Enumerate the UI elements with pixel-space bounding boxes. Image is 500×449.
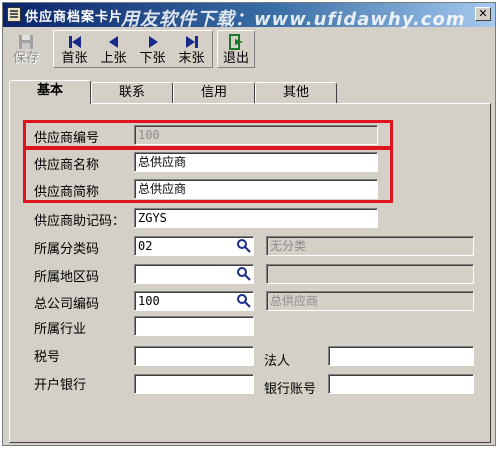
category-lookup-icon[interactable] bbox=[235, 237, 253, 255]
supplier-code-label: 供应商编号 bbox=[34, 131, 100, 146]
mnemonic-code-label: 供应商助记码： bbox=[34, 214, 126, 229]
legal-rep-field[interactable] bbox=[328, 346, 474, 366]
tax-number-field[interactable] bbox=[134, 346, 254, 366]
region-lookup-icon[interactable] bbox=[235, 265, 253, 283]
basic-tab-panel: 供应商编号 100 供应商名称 总供应商 供应商简称 总供应商 供应商助记码： … bbox=[9, 103, 491, 443]
app-icon bbox=[7, 7, 21, 22]
next-record-icon bbox=[144, 34, 162, 50]
save-label: 保存 bbox=[12, 51, 39, 66]
supplier-code-field[interactable]: 100 bbox=[134, 125, 378, 145]
mnemonic-code-field[interactable]: ZGYS bbox=[134, 208, 378, 228]
prev-record-label: 上张 bbox=[100, 51, 127, 66]
toolbar: 保存 首张 上张 下张 末张 退出 bbox=[3, 28, 495, 70]
tab-credit[interactable]: 信用 bbox=[173, 82, 255, 103]
category-desc-field: 无分类 bbox=[266, 236, 474, 256]
region-code-label: 所属地区码 bbox=[34, 270, 100, 285]
tab-basic[interactable]: 基本 bbox=[9, 80, 91, 104]
save-button[interactable]: 保存 bbox=[7, 30, 45, 68]
industry-field[interactable] bbox=[134, 316, 254, 336]
bank-account-field[interactable] bbox=[328, 374, 474, 394]
head-office-lookup-icon[interactable] bbox=[235, 292, 253, 310]
tab-strip: 基本 联系 信用 其他 bbox=[9, 80, 489, 104]
prev-record-button[interactable]: 上张 bbox=[94, 30, 133, 68]
first-record-icon bbox=[66, 34, 84, 50]
next-record-label: 下张 bbox=[139, 51, 166, 66]
last-record-button[interactable]: 末张 bbox=[172, 30, 211, 68]
first-record-label: 首张 bbox=[61, 51, 88, 66]
exit-icon bbox=[227, 34, 245, 50]
close-button[interactable]: ✕ bbox=[475, 7, 491, 21]
supplier-name-field[interactable]: 总供应商 bbox=[134, 152, 378, 172]
head-office-desc-field: 总供应商 bbox=[266, 291, 474, 311]
window-title: 供应商档案卡片 bbox=[25, 10, 124, 25]
category-code-label: 所属分类码 bbox=[34, 242, 100, 257]
supplier-short-name-field[interactable]: 总供应商 bbox=[134, 179, 378, 199]
region-desc-field bbox=[266, 264, 474, 284]
tab-other[interactable]: 其他 bbox=[255, 82, 337, 103]
legal-rep-label: 法人 bbox=[264, 354, 291, 369]
next-record-button[interactable]: 下张 bbox=[133, 30, 172, 68]
supplier-short-name-label: 供应商简称 bbox=[34, 185, 100, 200]
tab-contact[interactable]: 联系 bbox=[91, 82, 173, 103]
first-record-button[interactable]: 首张 bbox=[55, 30, 94, 68]
head-office-code-label: 总公司编码 bbox=[34, 297, 100, 312]
supplier-name-label: 供应商名称 bbox=[34, 158, 100, 173]
exit-button[interactable]: 退出 bbox=[217, 30, 255, 68]
bank-account-label: 银行账号 bbox=[264, 382, 317, 397]
last-record-icon bbox=[183, 34, 201, 50]
title-bar: 供应商档案卡片 用友软件下载：www.ufidawhy.com ✕ bbox=[3, 3, 495, 30]
tax-number-label: 税号 bbox=[34, 350, 61, 365]
industry-label: 所属行业 bbox=[34, 322, 87, 337]
prev-record-icon bbox=[105, 34, 123, 50]
exit-label: 退出 bbox=[222, 51, 249, 66]
supplier-card-window: 供应商档案卡片 用友软件下载：www.ufidawhy.com ✕ 保存 首张 … bbox=[2, 2, 496, 446]
save-icon bbox=[17, 34, 35, 50]
bank-label: 开户银行 bbox=[34, 378, 87, 393]
last-record-label: 末张 bbox=[178, 51, 205, 66]
bank-field[interactable] bbox=[134, 374, 254, 394]
